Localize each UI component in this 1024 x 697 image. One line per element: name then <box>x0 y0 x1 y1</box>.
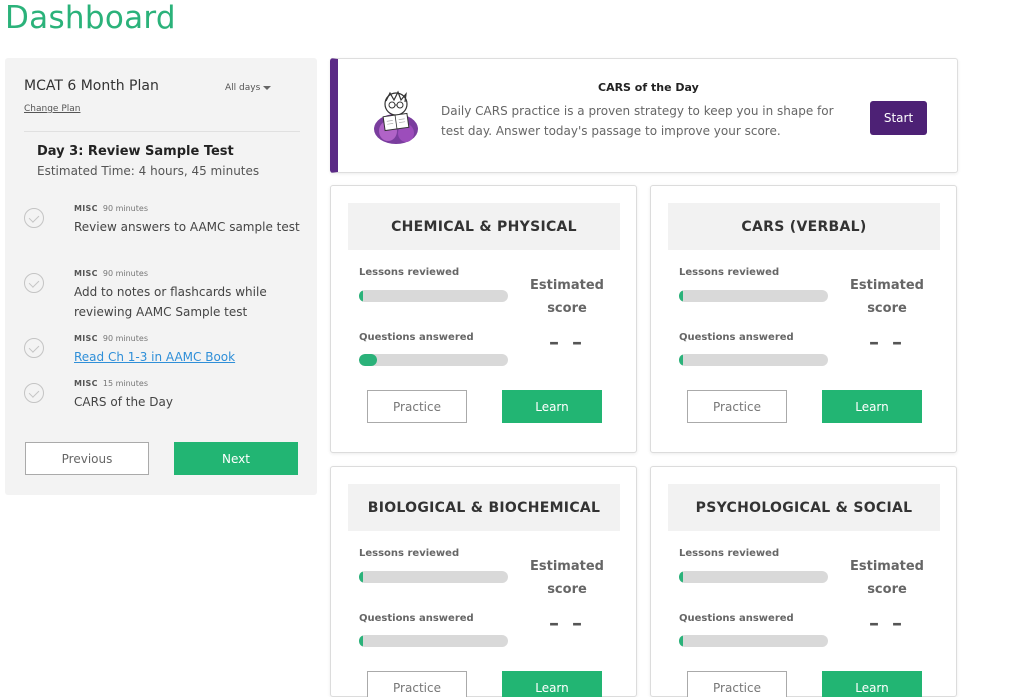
page-title: Dashboard <box>5 0 176 36</box>
estimated-score-value: – – <box>869 611 905 635</box>
lessons-progress-bar <box>359 290 508 302</box>
learn-button[interactable]: Learn <box>502 390 602 423</box>
estimated-score-value: – – <box>869 330 905 354</box>
questions-progress-fill <box>679 635 684 647</box>
task-name: CARS of the Day <box>74 395 173 409</box>
task-name: Review answers to AAMC sample test <box>74 220 300 234</box>
cars-description: Daily CARS practice is a proven strategy… <box>441 104 834 138</box>
task-category: MISC <box>74 334 98 343</box>
questions-progress-bar <box>359 354 508 366</box>
learn-button[interactable]: Learn <box>502 671 602 697</box>
task-category: MISC <box>74 379 98 388</box>
estimated-score-label: Estimated score <box>530 559 604 597</box>
task-meta: MISC 90 minutes <box>74 269 148 278</box>
task-duration: 15 minutes <box>102 379 148 388</box>
estimated-score-label: Estimated score <box>850 559 924 597</box>
days-filter-dropdown[interactable]: All days <box>225 83 272 93</box>
estimated-score-value: – – <box>549 611 585 635</box>
lessons-progress-fill <box>359 290 364 302</box>
task-meta: MISC 90 minutes <box>74 204 148 213</box>
questions-progress-fill <box>359 635 364 647</box>
task-duration: 90 minutes <box>102 204 148 213</box>
start-button[interactable]: Start <box>870 101 927 135</box>
task-meta: MISC 90 minutes <box>74 334 148 343</box>
questions-progress-fill <box>359 354 377 366</box>
lessons-progress-fill <box>679 571 684 583</box>
lessons-label: Lessons reviewed <box>679 267 780 278</box>
plan-name: MCAT 6 Month Plan <box>24 78 159 94</box>
questions-progress-bar <box>679 354 828 366</box>
estimated-time: Estimated Time: 4 hours, 45 minutes <box>37 164 260 178</box>
questions-progress-bar <box>359 635 508 647</box>
practice-button[interactable]: Practice <box>687 671 787 697</box>
lessons-label: Lessons reviewed <box>679 548 780 559</box>
caret-down-icon <box>263 85 272 90</box>
previous-button[interactable]: Previous <box>25 442 149 475</box>
section-card-chemical-physical: CHEMICAL & PHYSICAL Lessons reviewed Que… <box>330 185 637 453</box>
check-circle-icon[interactable] <box>24 338 44 358</box>
task-link[interactable]: Read Ch 1-3 in AAMC Book <box>74 347 302 367</box>
section-title: PSYCHOLOGICAL & SOCIAL <box>668 484 940 531</box>
section-title: CHEMICAL & PHYSICAL <box>348 203 620 250</box>
next-button[interactable]: Next <box>174 442 298 475</box>
practice-button[interactable]: Practice <box>367 390 467 423</box>
practice-button[interactable]: Practice <box>367 671 467 697</box>
lessons-progress-bar <box>679 571 828 583</box>
section-card-biological-biochemical: BIOLOGICAL & BIOCHEMICAL Lessons reviewe… <box>330 466 637 697</box>
check-circle-icon[interactable] <box>24 383 44 403</box>
questions-label: Questions answered <box>679 613 794 624</box>
practice-button[interactable]: Practice <box>687 390 787 423</box>
questions-progress-fill <box>679 354 684 366</box>
cars-title: CARS of the Day <box>598 81 699 94</box>
lessons-label: Lessons reviewed <box>359 548 460 559</box>
reading-character-icon <box>374 90 418 144</box>
estimated-score-label: Estimated score <box>850 278 924 316</box>
task-duration: 90 minutes <box>102 334 148 343</box>
lessons-progress-bar <box>359 571 508 583</box>
section-card-psychological-social: PSYCHOLOGICAL & SOCIAL Lessons reviewed … <box>650 466 957 697</box>
task-category: MISC <box>74 269 98 278</box>
lessons-progress-fill <box>679 290 684 302</box>
section-title: CARS (VERBAL) <box>668 203 940 250</box>
learn-button[interactable]: Learn <box>822 671 922 697</box>
day-title: Day 3: Review Sample Test <box>37 144 234 159</box>
questions-label: Questions answered <box>359 613 474 624</box>
task-name: Add to notes or flashcards while reviewi… <box>74 285 267 319</box>
task-meta: MISC 15 minutes <box>74 379 148 388</box>
days-filter-label: All days <box>225 83 261 93</box>
section-card-cars-verbal: CARS (VERBAL) Lessons reviewed Questions… <box>650 185 957 453</box>
questions-progress-bar <box>679 635 828 647</box>
questions-label: Questions answered <box>679 332 794 343</box>
task-duration: 90 minutes <box>102 269 148 278</box>
change-plan-link[interactable]: Change Plan <box>24 104 80 114</box>
cars-of-the-day-banner: CARS of the Day Daily CARS practice is a… <box>330 58 958 173</box>
estimated-score-value: – – <box>549 330 585 354</box>
study-plan-panel: MCAT 6 Month Plan Change Plan All days D… <box>5 58 317 495</box>
lessons-label: Lessons reviewed <box>359 267 460 278</box>
section-title: BIOLOGICAL & BIOCHEMICAL <box>348 484 620 531</box>
divider <box>24 131 300 132</box>
check-circle-icon[interactable] <box>24 208 44 228</box>
lessons-progress-bar <box>679 290 828 302</box>
learn-button[interactable]: Learn <box>822 390 922 423</box>
estimated-score-label: Estimated score <box>530 278 604 316</box>
task-category: MISC <box>74 204 98 213</box>
check-circle-icon[interactable] <box>24 273 44 293</box>
questions-label: Questions answered <box>359 332 474 343</box>
lessons-progress-fill <box>359 571 364 583</box>
